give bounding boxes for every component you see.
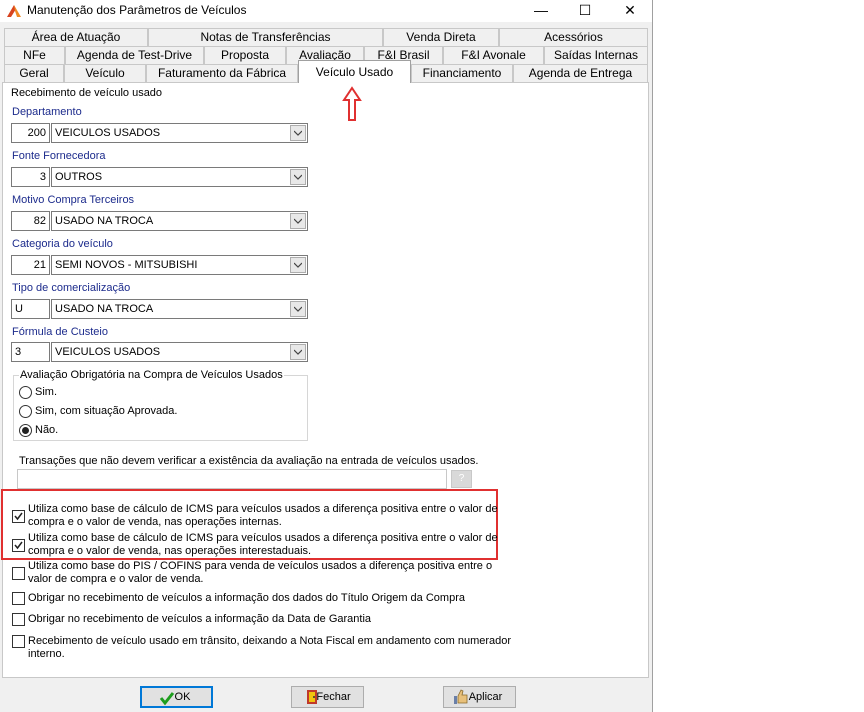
apply-label: Aplicar: [468, 691, 503, 703]
formula-custeio-code-input[interactable]: 3: [11, 342, 50, 362]
tab-proposta[interactable]: Proposta: [204, 46, 286, 64]
tab-faturamento-fabrica[interactable]: Faturamento da Fábrica: [146, 64, 298, 82]
formula-custeio-select[interactable]: VEICULOS USADOS: [51, 342, 308, 362]
checkmark-icon: [159, 692, 175, 706]
radio-sim-label: Sim.: [35, 386, 57, 398]
minimize-button[interactable]: —: [519, 0, 563, 22]
em-transito-checkbox[interactable]: [12, 635, 25, 648]
icms-interestaduais-checkbox[interactable]: [12, 539, 25, 552]
ok-button[interactable]: OK: [140, 686, 213, 708]
formula-custeio-value: VEICULOS USADOS: [55, 346, 161, 358]
maximize-button[interactable]: ☐: [563, 0, 607, 22]
close-button[interactable]: Fechar: [291, 686, 364, 708]
tab-notas-transferencias[interactable]: Notas de Transferências: [148, 28, 383, 46]
radio-nao[interactable]: [19, 424, 32, 437]
categoria-veiculo-value: SEMI NOVOS - MITSUBISHI: [55, 259, 198, 271]
icms-internas-label: Utiliza como base de cálculo de ICMS par…: [28, 503, 498, 528]
close-label: Fechar: [316, 691, 351, 703]
chevron-down-icon: [294, 306, 302, 312]
dropdown-button[interactable]: [290, 125, 306, 141]
tipo-comercializacao-code-input[interactable]: U: [11, 299, 50, 319]
pis-cofins-label: Utiliza como base do PIS / COFINS para v…: [28, 560, 493, 585]
tipo-comercializacao-select[interactable]: USADO NA TROCA: [51, 299, 308, 319]
title-bar: Manutenção dos Parâmetros de Veículos — …: [0, 0, 652, 22]
dropdown-button[interactable]: [290, 301, 306, 317]
annotation-arrow-icon: [342, 86, 362, 121]
tab-saidas-internas[interactable]: Saídas Internas: [544, 46, 648, 64]
ok-label: OK: [174, 691, 191, 703]
categoria-veiculo-select[interactable]: SEMI NOVOS - MITSUBISHI: [51, 255, 308, 275]
data-garantia-label: Obrigar no recebimento de veículos a inf…: [28, 613, 372, 625]
departamento-select[interactable]: VEICULOS USADOS: [51, 123, 308, 143]
formula-custeio-label: Fórmula de Custeio: [12, 326, 108, 338]
chevron-down-icon: [294, 130, 302, 136]
dropdown-button[interactable]: [290, 344, 306, 360]
transactions-label: Transações que não devem verificar a exi…: [19, 455, 479, 467]
motivo-compra-code-input[interactable]: 82: [11, 211, 50, 231]
motivo-compra-select[interactable]: USADO NA TROCA: [51, 211, 308, 231]
departamento-label: Departamento: [12, 106, 82, 118]
checkmark-icon: [14, 541, 23, 550]
section-title: Recebimento de veículo usado: [10, 87, 164, 99]
tab-veiculo[interactable]: Veículo: [64, 64, 146, 82]
radio-sim-aprovada-label: Sim, com situação Aprovada.: [35, 405, 178, 417]
icms-internas-checkbox[interactable]: [12, 510, 25, 523]
close-window-button[interactable]: ✕: [608, 0, 652, 22]
tab-veiculo-usado[interactable]: Veículo Usado: [298, 60, 411, 83]
em-transito-label: Recebimento de veículo usado em trânsito…: [28, 635, 512, 660]
dialog-window: Manutenção dos Parâmetros de Veículos — …: [0, 0, 653, 712]
window-title: Manutenção dos Parâmetros de Veículos: [27, 3, 247, 17]
tab-fi-avonale[interactable]: F&I Avonale: [443, 46, 544, 64]
dropdown-button[interactable]: [290, 257, 306, 273]
motivo-compra-label: Motivo Compra Terceiros: [12, 194, 135, 206]
tipo-comercializacao-label: Tipo de comercialização: [12, 282, 131, 294]
tab-financiamento[interactable]: Financiamento: [411, 64, 513, 82]
transactions-input[interactable]: [17, 469, 447, 489]
tab-venda-direta[interactable]: Venda Direta: [383, 28, 499, 46]
chevron-down-icon: [294, 349, 302, 355]
app-logo-icon: [7, 5, 21, 17]
evaluation-group-title: Avaliação Obrigatória na Compra de Veícu…: [19, 369, 284, 381]
apply-button[interactable]: Aplicar: [443, 686, 516, 708]
dropdown-button[interactable]: [290, 169, 306, 185]
fonte-fornecedora-select[interactable]: OUTROS: [51, 167, 308, 187]
tab-area-atuacao[interactable]: Área de Atuação: [4, 28, 148, 46]
icms-interestaduais-label: Utiliza como base de cálculo de ICMS par…: [28, 532, 498, 557]
categoria-veiculo-code-input[interactable]: 21: [11, 255, 50, 275]
titulo-origem-checkbox[interactable]: [12, 592, 25, 605]
fonte-fornecedora-code-input[interactable]: 3: [11, 167, 50, 187]
pis-cofins-checkbox[interactable]: [12, 567, 25, 580]
motivo-compra-value: USADO NA TROCA: [55, 215, 154, 227]
titulo-origem-label: Obrigar no recebimento de veículos a inf…: [28, 592, 465, 604]
tab-nfe[interactable]: NFe: [4, 46, 65, 64]
tab-geral[interactable]: Geral: [4, 64, 64, 82]
departamento-code-input[interactable]: 200: [11, 123, 50, 143]
tab-agenda-entrega[interactable]: Agenda de Entrega: [513, 64, 648, 82]
tab-acessorios[interactable]: Acessórios: [499, 28, 648, 46]
transactions-lookup-button[interactable]: ?: [451, 470, 472, 488]
checkmark-icon: [14, 512, 23, 521]
data-garantia-checkbox[interactable]: [12, 613, 25, 626]
chevron-down-icon: [294, 262, 302, 268]
chevron-down-icon: [294, 174, 302, 180]
fonte-fornecedora-label: Fonte Fornecedora: [12, 150, 106, 162]
thumbs-up-icon: [454, 689, 468, 704]
categoria-veiculo-label: Categoria do veículo: [12, 238, 113, 250]
chevron-down-icon: [294, 218, 302, 224]
departamento-value: VEICULOS USADOS: [55, 127, 161, 139]
tipo-comercializacao-value: USADO NA TROCA: [55, 303, 154, 315]
dropdown-button[interactable]: [290, 213, 306, 229]
radio-sim[interactable]: [19, 386, 32, 399]
tab-agenda-test-drive[interactable]: Agenda de Test-Drive: [65, 46, 204, 64]
radio-sim-aprovada[interactable]: [19, 405, 32, 418]
fonte-fornecedora-value: OUTROS: [55, 171, 103, 183]
radio-nao-label: Não.: [35, 424, 59, 436]
